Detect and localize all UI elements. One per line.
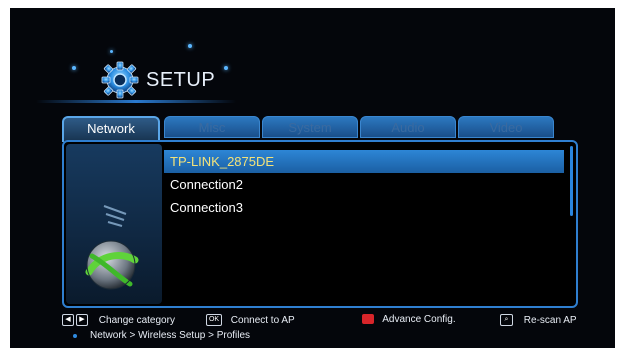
footer-hints: ◀ ▶ Change category OK Connect to AP Adva…	[62, 314, 602, 348]
tab-system[interactable]: System	[262, 116, 358, 138]
ok-key-icon: OK	[206, 314, 222, 326]
hint-advance-config: Advance Config.	[362, 314, 456, 325]
signal-waves-icon	[103, 205, 127, 227]
list-item-connection2[interactable]: Connection2	[164, 173, 564, 196]
tab-network[interactable]: Network	[62, 116, 160, 142]
red-key-icon	[362, 314, 374, 325]
hint-connect: OK Connect to AP	[206, 314, 295, 326]
setup-frame: Network Misc System Audio Video TP-LINK_…	[62, 116, 578, 308]
hint-change-category: ◀ ▶ Change category	[62, 314, 175, 326]
category-illustration	[66, 144, 162, 304]
left-arrow-key-icon: ◀	[62, 314, 74, 326]
header-underline	[36, 100, 236, 103]
sparkle	[72, 66, 76, 70]
network-list: TP-LINK_2875DE Connection2 Connection3	[164, 150, 564, 219]
list-item-tp-link[interactable]: TP-LINK_2875DE	[164, 150, 564, 173]
globe-icon	[85, 240, 139, 290]
hint-advance-config-label: Advance Config.	[382, 314, 456, 325]
sparkle	[110, 50, 113, 53]
search-icon: ⌕	[500, 314, 513, 326]
breadcrumb: Network > Wireless Setup > Profiles	[90, 330, 251, 341]
breadcrumb-dot	[73, 334, 77, 338]
hint-connect-label: Connect to AP	[230, 314, 295, 326]
hint-rescan-label: Re-scan AP	[523, 314, 577, 326]
right-arrow-key-icon: ▶	[76, 314, 88, 326]
sparkle	[224, 66, 228, 70]
sparkle	[188, 44, 192, 48]
scrollbar[interactable]	[570, 146, 573, 216]
network-panel: TP-LINK_2875DE Connection2 Connection3	[62, 140, 578, 308]
tab-misc[interactable]: Misc	[164, 116, 260, 138]
hint-change-category-label: Change category	[98, 314, 175, 326]
tv-screen: SETUP Network Misc System Audio Video TP…	[10, 8, 615, 348]
tab-audio[interactable]: Audio	[360, 116, 456, 138]
list-item-connection3[interactable]: Connection3	[164, 196, 564, 219]
tab-video[interactable]: Video	[458, 116, 554, 138]
page-title: SETUP	[146, 69, 216, 91]
gear-icon	[101, 61, 139, 99]
hint-rescan: ⌕ Re-scan AP	[500, 314, 577, 326]
